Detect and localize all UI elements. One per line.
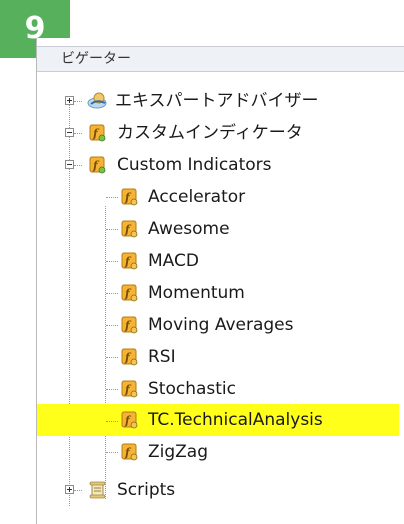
- collapse-toggle[interactable]: [65, 160, 74, 169]
- expand-toggle[interactable]: [65, 485, 74, 494]
- tree-branch-line: [106, 261, 118, 262]
- tree-item-label: MACD: [148, 251, 199, 271]
- indicator-folder-icon: f: [89, 156, 107, 174]
- tree-branch-line: [106, 325, 118, 326]
- tree-item-moving-averages[interactable]: f Moving Averages: [37, 309, 404, 341]
- tree-branch-line: [106, 293, 118, 294]
- tree-branch-line: [106, 229, 118, 230]
- tree-branch-line: [74, 490, 82, 491]
- tree-item-label: Scripts: [117, 480, 176, 500]
- tree-item-scripts[interactable]: Scripts: [37, 474, 404, 506]
- scripts-icon: [89, 481, 107, 499]
- tree-item-accelerator[interactable]: f Accelerator: [37, 181, 404, 213]
- tree-item-label: カスタムインディケータ: [117, 123, 303, 143]
- navigator-panel: ビゲーター エキスパートアドバイザー f カスタムインディケータ f Custo…: [36, 38, 404, 524]
- tree-item-label: TC.TechnicalAnalysis: [148, 410, 323, 430]
- tree-branch-line: [106, 357, 118, 358]
- tree-item-label: エキスパートアドバイザー: [115, 91, 319, 111]
- tree-item-momentum[interactable]: f Momentum: [37, 277, 404, 309]
- tree-item-tc-technical-analysis[interactable]: f TC.TechnicalAnalysis: [37, 404, 399, 436]
- tree-item-label: Moving Averages: [148, 315, 294, 335]
- expert-advisor-icon: [87, 92, 107, 110]
- indicator-icon: f: [121, 220, 139, 238]
- tree-branch-line: [106, 389, 118, 390]
- tree-item-label: Awesome: [148, 219, 230, 239]
- indicator-icon: f: [121, 284, 139, 302]
- tree-item-label: RSI: [148, 347, 176, 367]
- expand-toggle[interactable]: [65, 96, 74, 105]
- indicator-folder-icon: f: [89, 124, 107, 142]
- tree-item-stochastic[interactable]: f Stochastic: [37, 373, 404, 405]
- tree-item-rsi[interactable]: f RSI: [37, 341, 404, 373]
- tree-item-custom-indicators[interactable]: f Custom Indicators: [37, 149, 404, 181]
- navigator-header: ビゲーター: [37, 46, 404, 72]
- tree-item-label: Momentum: [148, 283, 245, 303]
- tree-branch-line: [106, 421, 118, 422]
- tree-item-zigzag[interactable]: f ZigZag: [37, 436, 404, 468]
- tree-branch-line: [74, 101, 82, 102]
- tree-item-expert-advisors[interactable]: エキスパートアドバイザー: [37, 85, 404, 117]
- tree-item-custom-indicators-jp[interactable]: f カスタムインディケータ: [37, 117, 404, 149]
- collapse-toggle[interactable]: [65, 128, 74, 137]
- tree-item-label: Custom Indicators: [117, 155, 272, 175]
- indicator-icon: f: [121, 188, 139, 206]
- tree-branch-line: [74, 133, 82, 134]
- tree-item-label: Accelerator: [148, 187, 246, 207]
- indicator-icon: f: [121, 443, 139, 461]
- tree-branch-line: [74, 165, 82, 166]
- tree-item-label: Stochastic: [148, 379, 236, 399]
- tree-item-macd[interactable]: f MACD: [37, 245, 404, 277]
- tree-branch-line: [106, 197, 118, 198]
- tree-item-label: ZigZag: [148, 442, 209, 462]
- tree-item-awesome[interactable]: f Awesome: [37, 213, 404, 245]
- indicator-icon: f: [121, 252, 139, 270]
- tree-branch-line: [106, 452, 118, 453]
- indicator-icon: f: [121, 316, 139, 334]
- indicator-icon: f: [121, 348, 139, 366]
- indicator-icon: f: [121, 380, 139, 398]
- indicator-icon: f: [121, 411, 139, 429]
